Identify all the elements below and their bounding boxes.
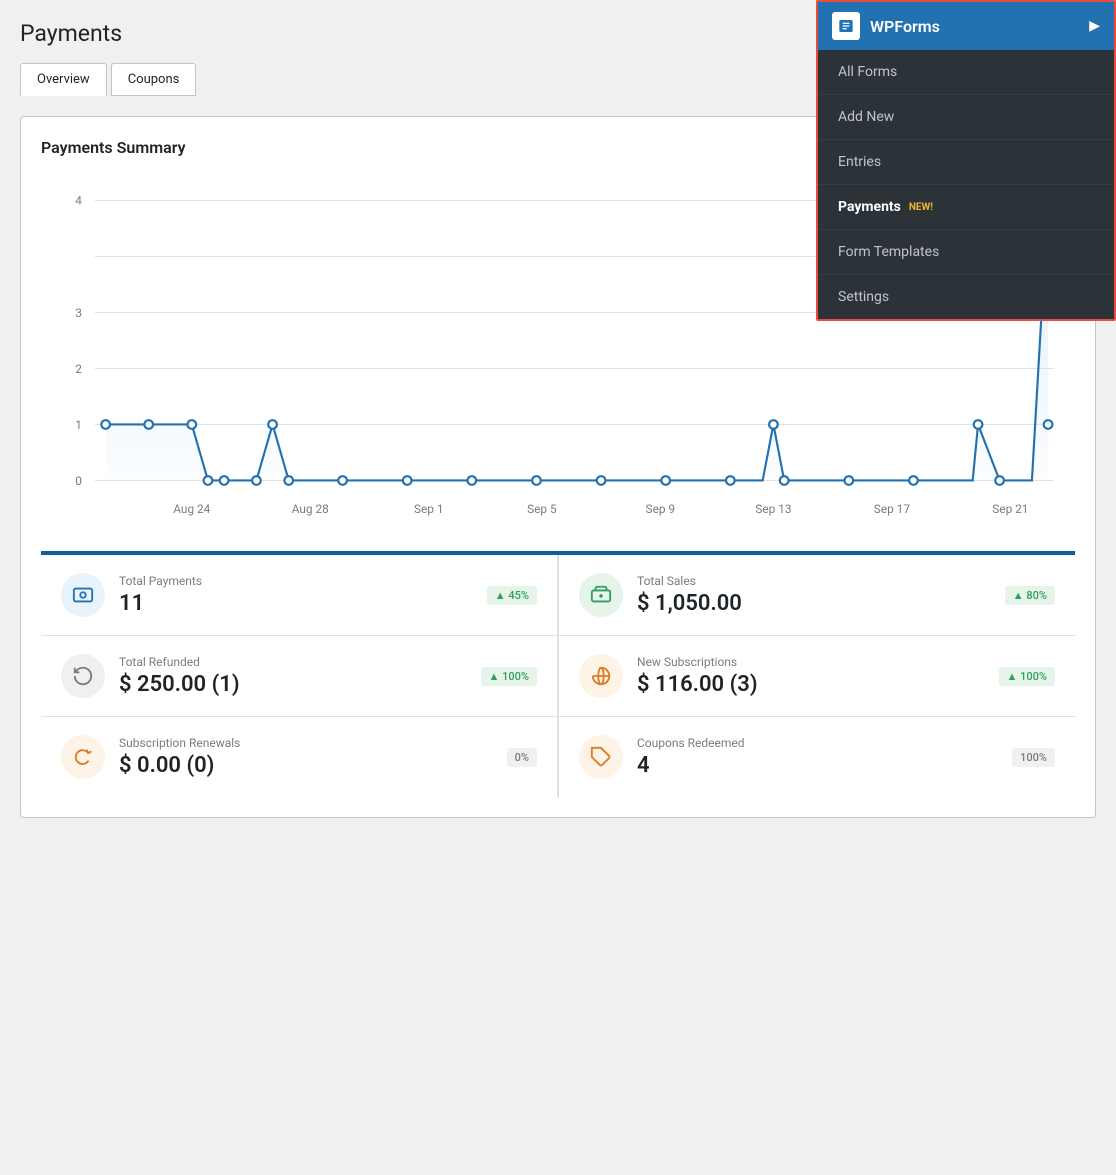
chart-point bbox=[597, 476, 606, 485]
chart-point bbox=[268, 420, 277, 429]
total-payments-badge: ▲ 45% bbox=[487, 586, 537, 605]
dropdown-item-form-templates[interactable]: Form Templates bbox=[818, 230, 1114, 275]
subscription-renewals-info: Subscription Renewals $ 0.00 (0) bbox=[119, 736, 493, 778]
new-subscriptions-badge: ▲ 100% bbox=[999, 667, 1055, 686]
stats-grid: Total Payments 11 ▲ 45% Total Sales bbox=[41, 553, 1075, 797]
total-sales-badge: ▲ 80% bbox=[1005, 586, 1055, 605]
new-subscriptions-icon bbox=[579, 654, 623, 698]
tab-coupons[interactable]: Coupons bbox=[111, 63, 197, 96]
dropdown-item-all-forms[interactable]: All Forms bbox=[818, 50, 1114, 95]
wpforms-dropdown: WPForms ▶ All Forms Add New Entries Paym… bbox=[816, 0, 1116, 321]
new-subscriptions-value: $ 116.00 (3) bbox=[637, 672, 985, 697]
dropdown-collapse-arrow[interactable]: ▶ bbox=[1089, 18, 1100, 34]
coupons-redeemed-info: Coupons Redeemed 4 bbox=[637, 736, 998, 778]
chart-point bbox=[220, 476, 229, 485]
y-label-3: 3 bbox=[75, 306, 82, 320]
payments-new-badge: NEW! bbox=[909, 202, 933, 213]
chart-point bbox=[845, 476, 854, 485]
x-label-sep5: Sep 5 bbox=[527, 502, 557, 516]
y-label-1: 1 bbox=[75, 418, 82, 432]
dropdown-title: WPForms bbox=[870, 17, 940, 36]
stat-total-refunded: Total Refunded $ 250.00 (1) ▲ 100% bbox=[41, 636, 558, 717]
total-sales-info: Total Sales $ 1,050.00 bbox=[637, 574, 991, 616]
chart-point bbox=[252, 476, 261, 485]
x-label-sep17: Sep 17 bbox=[874, 502, 911, 516]
total-payments-label: Total Payments bbox=[119, 574, 473, 588]
chart-point bbox=[726, 476, 735, 485]
chart-point bbox=[780, 476, 789, 485]
coupons-redeemed-value: 4 bbox=[637, 753, 998, 778]
total-refunded-label: Total Refunded bbox=[119, 655, 467, 669]
coupons-redeemed-icon bbox=[579, 735, 623, 779]
x-label-aug24: Aug 24 bbox=[173, 502, 210, 516]
chart-point bbox=[1044, 420, 1053, 429]
tab-overview[interactable]: Overview bbox=[20, 63, 107, 96]
chart-point bbox=[909, 476, 918, 485]
dropdown-item-entries[interactable]: Entries bbox=[818, 140, 1114, 185]
chart-point bbox=[101, 420, 110, 429]
dropdown-header-left: WPForms bbox=[832, 12, 940, 40]
x-label-sep21: Sep 21 bbox=[992, 502, 1028, 516]
stat-subscription-renewals: Subscription Renewals $ 0.00 (0) 0% bbox=[41, 717, 558, 797]
new-subscriptions-label: New Subscriptions bbox=[637, 655, 985, 669]
chart-point bbox=[995, 476, 1004, 485]
chart-point bbox=[403, 476, 412, 485]
chart-point bbox=[468, 476, 477, 485]
dropdown-header[interactable]: WPForms ▶ bbox=[818, 2, 1114, 50]
chart-point bbox=[661, 476, 670, 485]
dropdown-label-add-new: Add New bbox=[838, 109, 894, 125]
dropdown-menu: All Forms Add New Entries Payments NEW! … bbox=[818, 50, 1114, 319]
chart-point bbox=[204, 476, 213, 485]
dropdown-label-entries: Entries bbox=[838, 154, 881, 170]
dropdown-item-payments[interactable]: Payments NEW! bbox=[818, 185, 1114, 230]
coupons-redeemed-badge: 100% bbox=[1012, 748, 1055, 767]
dropdown-item-settings[interactable]: Settings bbox=[818, 275, 1114, 319]
total-sales-value: $ 1,050.00 bbox=[637, 591, 991, 616]
chart-point bbox=[187, 420, 196, 429]
x-label-sep1: Sep 1 bbox=[414, 502, 444, 516]
stat-total-payments: Total Payments 11 ▲ 45% bbox=[41, 555, 558, 636]
subscription-renewals-icon bbox=[61, 735, 105, 779]
dropdown-item-add-new[interactable]: Add New bbox=[818, 95, 1114, 140]
x-label-sep13: Sep 13 bbox=[755, 502, 791, 516]
total-sales-icon bbox=[579, 573, 623, 617]
total-refunded-badge: ▲ 100% bbox=[481, 667, 537, 686]
total-payments-value: 11 bbox=[119, 591, 473, 616]
total-refunded-value: $ 250.00 (1) bbox=[119, 672, 467, 697]
new-subscriptions-info: New Subscriptions $ 116.00 (3) bbox=[637, 655, 985, 697]
dropdown-label-payments: Payments bbox=[838, 199, 901, 215]
chart-point bbox=[284, 476, 293, 485]
total-refunded-info: Total Refunded $ 250.00 (1) bbox=[119, 655, 467, 697]
total-refunded-icon bbox=[61, 654, 105, 698]
stat-new-subscriptions: New Subscriptions $ 116.00 (3) ▲ 100% bbox=[558, 636, 1075, 717]
chart-point bbox=[769, 420, 778, 429]
y-label-2: 2 bbox=[75, 362, 82, 376]
wpforms-logo-icon bbox=[832, 12, 860, 40]
y-label-4: 4 bbox=[75, 194, 82, 208]
subscription-renewals-badge: 0% bbox=[507, 748, 537, 767]
chart-point bbox=[144, 420, 153, 429]
dropdown-label-all-forms: All Forms bbox=[838, 64, 897, 80]
dropdown-label-form-templates: Form Templates bbox=[838, 244, 939, 260]
x-label-sep9: Sep 9 bbox=[646, 502, 676, 516]
total-sales-label: Total Sales bbox=[637, 574, 991, 588]
total-payments-info: Total Payments 11 bbox=[119, 574, 473, 616]
card-title: Payments Summary bbox=[41, 138, 186, 157]
subscription-renewals-value: $ 0.00 (0) bbox=[119, 753, 493, 778]
dropdown-label-settings: Settings bbox=[838, 289, 889, 305]
stat-coupons-redeemed: Coupons Redeemed 4 100% bbox=[558, 717, 1075, 797]
coupons-redeemed-label: Coupons Redeemed bbox=[637, 736, 998, 750]
chart-point bbox=[532, 476, 541, 485]
x-label-aug28: Aug 28 bbox=[292, 502, 329, 516]
chart-point bbox=[338, 476, 347, 485]
subscription-renewals-label: Subscription Renewals bbox=[119, 736, 493, 750]
y-label-0: 0 bbox=[75, 474, 82, 488]
total-payments-icon bbox=[61, 573, 105, 617]
stat-total-sales: Total Sales $ 1,050.00 ▲ 80% bbox=[558, 555, 1075, 636]
chart-point bbox=[974, 420, 983, 429]
